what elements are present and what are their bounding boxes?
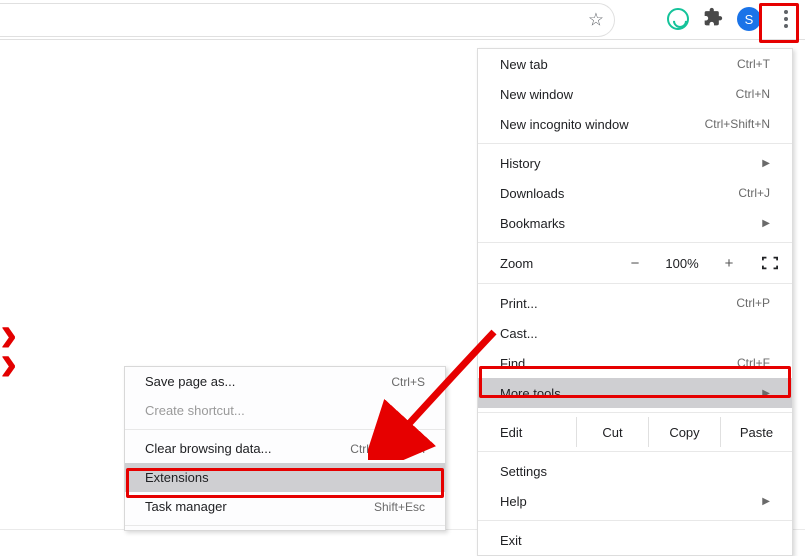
zoom-value: 100% (654, 256, 710, 271)
submenu-task-manager[interactable]: Task manager Shift+Esc (125, 492, 445, 521)
menu-label: Exit (500, 533, 522, 548)
menu-history[interactable]: History ▶ (478, 148, 792, 178)
menu-separator (478, 143, 792, 144)
submenu-extensions[interactable]: Extensions (125, 463, 445, 492)
fullscreen-button[interactable] (748, 256, 792, 270)
menu-label: Clear browsing data... (145, 441, 271, 456)
menu-shortcut: Ctrl+S (391, 375, 425, 389)
menu-shortcut: Ctrl+F (737, 356, 770, 370)
menu-label: Task manager (145, 499, 227, 514)
submenu-clear-data[interactable]: Clear browsing data... Ctrl+Shift+Del (125, 434, 445, 463)
menu-label: Settings (500, 464, 547, 479)
toolbar-right: S (667, 6, 797, 32)
menu-more-tools[interactable]: More tools ▶ (478, 378, 792, 408)
menu-label: New incognito window (500, 117, 629, 132)
menu-separator (478, 520, 792, 521)
menu-shortcut: Ctrl+Shift+N (705, 117, 770, 131)
menu-exit[interactable]: Exit (478, 525, 792, 555)
kebab-menu-button[interactable] (775, 6, 797, 32)
zoom-out-button[interactable]: − (616, 255, 654, 272)
extensions-puzzle-icon[interactable] (703, 7, 723, 32)
menu-label: Extensions (145, 470, 209, 485)
menu-label: More tools (500, 386, 561, 401)
more-tools-submenu: Save page as... Ctrl+S Create shortcut..… (124, 366, 446, 531)
menu-label: Bookmarks (500, 216, 565, 231)
menu-label: Save page as... (145, 374, 235, 389)
bookmark-star-icon[interactable]: ☆ (588, 10, 604, 31)
submenu-create-shortcut: Create shortcut... (125, 396, 445, 425)
grammarly-extension-icon[interactable] (667, 8, 689, 30)
menu-label: Edit (500, 417, 576, 447)
submenu-save-page[interactable]: Save page as... Ctrl+S (125, 367, 445, 396)
browser-toolbar: ☆ S (0, 0, 805, 40)
page-fragment-red-accent: ›› (0, 320, 18, 378)
menu-separator (125, 429, 445, 430)
menu-label: Downloads (500, 186, 564, 201)
profile-avatar[interactable]: S (737, 7, 761, 31)
chevron-right-icon: ▶ (762, 496, 770, 507)
menu-label: History (500, 156, 540, 171)
menu-label: Find... (500, 356, 536, 371)
menu-zoom-row: Zoom − 100% + (478, 247, 792, 279)
menu-cast[interactable]: Cast... (478, 318, 792, 348)
edit-copy-button[interactable]: Copy (648, 417, 720, 447)
edit-paste-button[interactable]: Paste (720, 417, 792, 447)
menu-label: Create shortcut... (145, 403, 245, 418)
menu-shortcut: Ctrl+J (738, 186, 770, 200)
menu-help[interactable]: Help ▶ (478, 486, 792, 516)
chrome-main-menu: New tab Ctrl+T New window Ctrl+N New inc… (477, 48, 793, 556)
edit-cut-button[interactable]: Cut (576, 417, 648, 447)
menu-separator (478, 283, 792, 284)
menu-new-window[interactable]: New window Ctrl+N (478, 79, 792, 109)
menu-shortcut: Ctrl+P (736, 296, 770, 310)
menu-label: Help (500, 494, 527, 509)
menu-shortcut: Shift+Esc (374, 500, 425, 514)
menu-shortcut: Ctrl+T (737, 57, 770, 71)
zoom-in-button[interactable]: + (710, 255, 748, 272)
chevron-right-icon: ▶ (762, 388, 770, 399)
chevron-right-icon: ▶ (762, 158, 770, 169)
chevron-right-icon: ▶ (762, 218, 770, 229)
menu-shortcut: Ctrl+N (736, 87, 770, 101)
menu-label: Cast... (500, 326, 538, 341)
menu-print[interactable]: Print... Ctrl+P (478, 288, 792, 318)
menu-label: Print... (500, 296, 538, 311)
menu-find[interactable]: Find... Ctrl+F (478, 348, 792, 378)
menu-label: New window (500, 87, 573, 102)
menu-settings[interactable]: Settings (478, 456, 792, 486)
menu-separator (125, 525, 445, 526)
menu-label: Zoom (500, 256, 600, 271)
more-vert-icon (784, 10, 788, 28)
menu-new-incognito[interactable]: New incognito window Ctrl+Shift+N (478, 109, 792, 139)
menu-shortcut: Ctrl+Shift+Del (350, 442, 425, 456)
menu-separator (478, 242, 792, 243)
menu-separator (478, 451, 792, 452)
menu-new-tab[interactable]: New tab Ctrl+T (478, 49, 792, 79)
menu-bookmarks[interactable]: Bookmarks ▶ (478, 208, 792, 238)
address-bar[interactable]: ☆ (0, 3, 615, 37)
menu-downloads[interactable]: Downloads Ctrl+J (478, 178, 792, 208)
fullscreen-icon (762, 256, 778, 270)
menu-edit-row: Edit Cut Copy Paste (478, 417, 792, 447)
menu-label: New tab (500, 57, 548, 72)
menu-separator (478, 412, 792, 413)
